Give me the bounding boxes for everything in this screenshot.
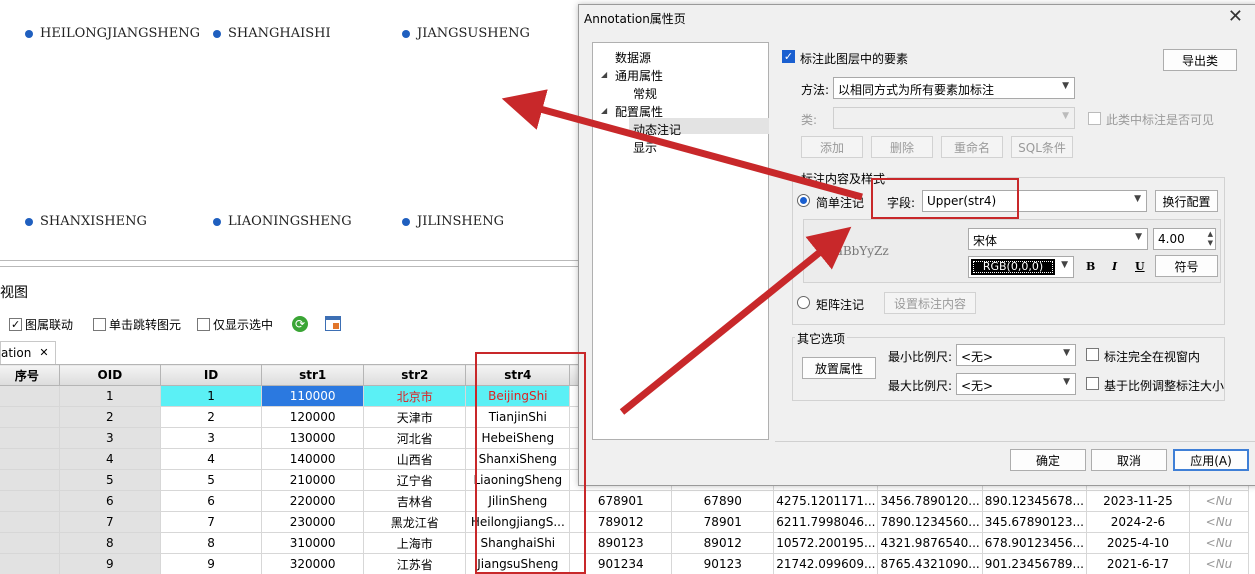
arrow-to-field bbox=[619, 226, 852, 415]
arrow-to-map-labels bbox=[501, 89, 863, 201]
annotation-arrows bbox=[501, 89, 863, 415]
screen: HEILONGJIANGSHENG SHANGHAISHI JIANGSUSHE… bbox=[0, 0, 1255, 574]
